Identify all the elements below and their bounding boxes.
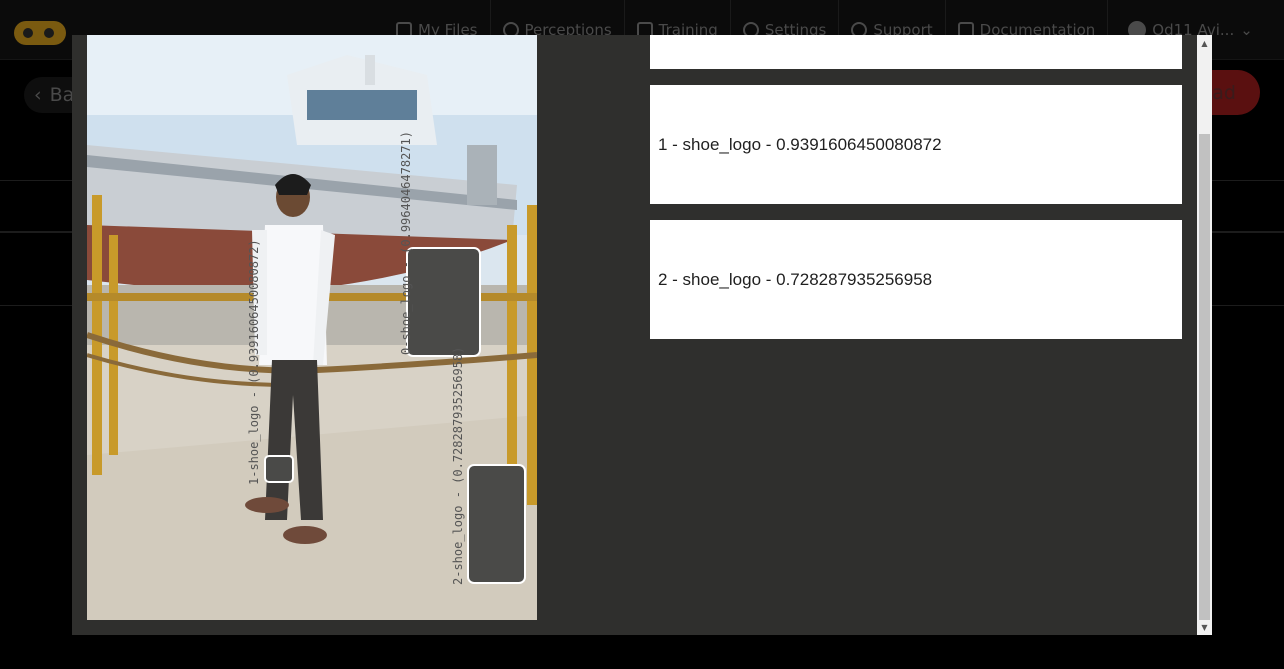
chevron-left-icon: ‹: [34, 84, 42, 106]
detection-label-1: 1-shoe_logo - (0.9391606450080872): [247, 239, 261, 485]
annotated-image: 0-shoe_logo - (0.9964046478271) 1-shoe_l…: [87, 35, 537, 620]
scrollbar-thumb[interactable]: [1199, 134, 1210, 620]
scrollbar[interactable]: ▲ ▼: [1197, 35, 1212, 635]
upload-label: ad: [1212, 81, 1236, 104]
logo-right-dot: [44, 28, 54, 38]
scroll-up-icon[interactable]: ▲: [1197, 36, 1212, 50]
detection-label-0: 0-shoe_logo - (0.9964046478271): [399, 131, 413, 355]
logo-left-dot: [23, 28, 33, 38]
results-modal: 0-shoe_logo - (0.9964046478271) 1-shoe_l…: [72, 35, 1212, 635]
scroll-down-icon[interactable]: ▼: [1197, 620, 1212, 634]
results-list: 1 - shoe_logo - 0.9391606450080872 2 - s…: [650, 35, 1182, 635]
result-text: 2 - shoe_logo - 0.728287935256958: [658, 269, 933, 289]
chevron-down-icon: ⌄: [1240, 21, 1253, 39]
result-text: 1 - shoe_logo - 0.9391606450080872: [658, 134, 942, 154]
app-logo[interactable]: [14, 21, 66, 45]
result-card-0: [650, 35, 1182, 69]
result-card-2: 2 - shoe_logo - 0.728287935256958: [650, 220, 1182, 339]
back-label: Ba: [49, 84, 75, 106]
result-card-1: 1 - shoe_logo - 0.9391606450080872: [650, 85, 1182, 204]
detection-label-2: 2-shoe_logo - (0.728287935256958): [451, 346, 465, 585]
